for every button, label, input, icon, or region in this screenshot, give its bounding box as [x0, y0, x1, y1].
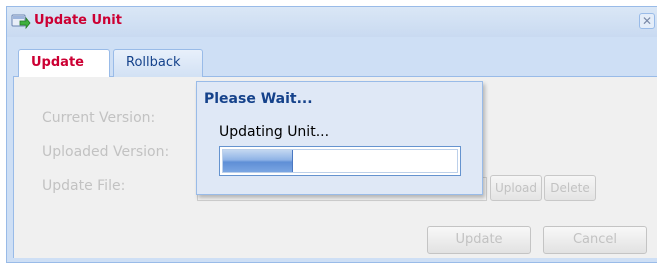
wait-dialog-message: Updating Unit... [219, 124, 330, 140]
wait-dialog-title: Please Wait... [204, 91, 313, 107]
window-title: Update Unit [34, 13, 122, 28]
cancel-button[interactable]: Cancel [543, 226, 647, 254]
update-file-label: Update File: [42, 178, 126, 194]
tab-update[interactable]: Update [18, 49, 110, 78]
delete-button[interactable]: Delete [544, 175, 596, 201]
close-button[interactable]: ✕ [639, 13, 655, 29]
tab-rollback[interactable]: Rollback [113, 49, 203, 77]
please-wait-dialog: Please Wait... Updating Unit... [196, 81, 483, 195]
update-unit-icon [11, 12, 31, 30]
progress-track [222, 149, 458, 173]
window-bottom-border [7, 258, 657, 262]
upload-button[interactable]: Upload [490, 175, 542, 201]
progress-fill [223, 150, 294, 172]
tab-strip: Update Rollback [13, 43, 657, 78]
close-icon: ✕ [641, 14, 653, 28]
window-titlebar[interactable]: Update Unit ✕ [7, 7, 657, 37]
update-button[interactable]: Update [427, 226, 531, 254]
uploaded-version-label: Uploaded Version: [42, 144, 170, 160]
current-version-label: Current Version: [42, 110, 156, 126]
progress-bar [219, 146, 461, 176]
